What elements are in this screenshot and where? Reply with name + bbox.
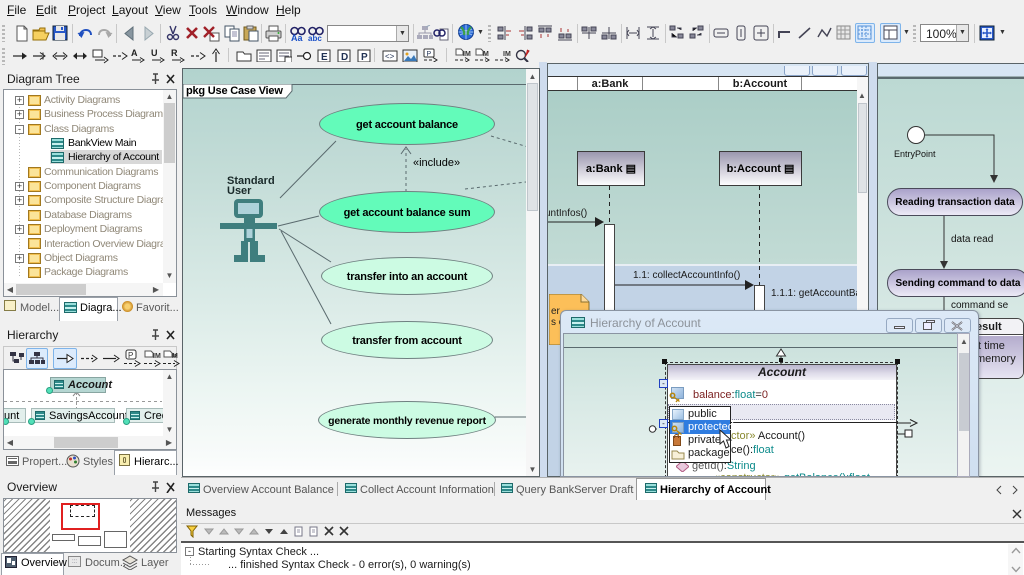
svg-text:M: M — [483, 51, 489, 58]
svg-text:IM: IM — [153, 353, 161, 360]
svg-text:IM: IM — [463, 51, 471, 58]
svg-text:R: R — [171, 48, 178, 58]
svg-text:IM: IM — [503, 51, 511, 58]
svg-text:abc: abc — [308, 34, 322, 42]
svg-text:A: A — [131, 48, 138, 58]
svg-text:U: U — [151, 48, 158, 58]
svg-text:<>: <> — [385, 52, 395, 61]
svg-text:P: P — [427, 51, 432, 58]
svg-text:Aa: Aa — [291, 33, 303, 42]
svg-text:P: P — [128, 351, 133, 360]
